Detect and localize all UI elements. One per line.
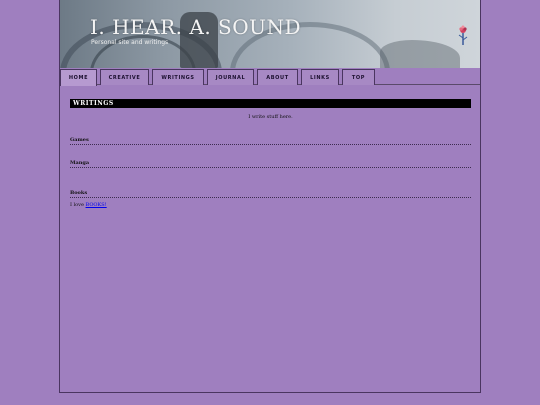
category-games: Games: [70, 137, 471, 145]
intro-text: I write stuff here.: [248, 114, 293, 120]
tab-about[interactable]: ABOUT: [257, 69, 298, 85]
tab-home[interactable]: HOME: [60, 69, 97, 86]
tab-top[interactable]: TOP: [342, 69, 375, 85]
books-text-label: I love: [70, 202, 86, 208]
site-title: I. HEAR. A. SOUND: [90, 15, 302, 39]
tab-writings[interactable]: WRITINGS: [152, 69, 204, 85]
tab-links[interactable]: LINKS: [301, 69, 339, 85]
books-link[interactable]: BOOKS!: [86, 202, 107, 208]
page-frame: I. HEAR. A. SOUND Personal site and writ…: [59, 0, 481, 393]
site-subtitle: Personal site and writings: [91, 39, 169, 46]
tab-creative[interactable]: CREATIVE: [100, 69, 149, 85]
header-banner: I. HEAR. A. SOUND Personal site and writ…: [60, 0, 480, 69]
tab-journal[interactable]: JOURNAL: [207, 69, 254, 85]
books-text: I love BOOKS!: [70, 202, 107, 208]
flower-logo-icon: [458, 25, 468, 45]
nav-bar: HOME CREATIVE WRITINGS JOURNAL ABOUT LIN…: [60, 68, 480, 86]
category-books: Books: [70, 190, 471, 198]
banner-tree: [380, 40, 460, 68]
section-title: WRITINGS: [70, 99, 471, 108]
category-manga: Manga: [70, 160, 471, 168]
main-content: WRITINGS I write stuff here. Games Manga…: [60, 85, 480, 392]
